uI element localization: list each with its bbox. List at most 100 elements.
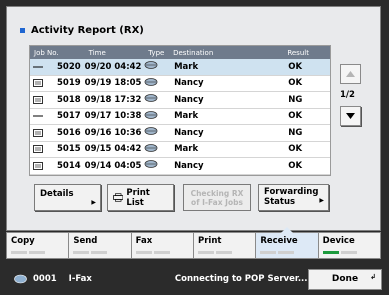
job-result: OK — [288, 61, 303, 72]
checking-rx-label-line1: Checking RX — [190, 189, 244, 198]
table-row[interactable]: 5018 09/18 17:32 Nancy NG — [30, 92, 330, 109]
page-title-text: Activity Report (RX) — [31, 25, 144, 36]
print-list-label: Print List — [126, 187, 150, 208]
tab-fax-label: Fax — [135, 236, 153, 246]
table-row[interactable]: 5017 09/17 10:38 Mark OK — [30, 109, 330, 125]
table-row[interactable]: 5015 09/15 04:42 Mark OK — [30, 142, 330, 158]
job-number: 5014 — [56, 160, 81, 171]
checking-rx-label-line2: of I-Fax Jobs — [191, 198, 243, 207]
job-result: NG — [288, 94, 303, 105]
function-tabs: Copy Send Fax Print Receive Device — [6, 227, 381, 259]
tab-print-label: Print — [197, 236, 222, 246]
table-header: Job No. Time Type Destination Result — [30, 46, 330, 59]
col-header-time: Time — [88, 48, 106, 57]
arrow-right-icon: ▶ — [91, 199, 96, 206]
tab-fax[interactable]: Fax — [130, 232, 193, 259]
checking-rx-ifax-button[interactable]: Checking RX of I-Fax Jobs — [183, 184, 251, 211]
status-bar-indicator — [197, 251, 214, 254]
triangle-up-icon — [346, 71, 355, 77]
col-header-type: Type — [148, 48, 165, 57]
job-number: 5016 — [56, 127, 81, 138]
job-time: 09/15 04:42 — [84, 144, 142, 155]
printer-icon — [113, 193, 124, 202]
ifax-icon — [144, 110, 158, 119]
screen: Activity Report (RX) Job No. Time Type D… — [0, 0, 389, 295]
page-title: Activity Report (RX) — [20, 25, 144, 36]
tab-send-label: Send — [73, 236, 98, 246]
tab-print[interactable]: Print — [192, 232, 256, 259]
job-number: 5018 — [56, 94, 81, 105]
scroll-up-button[interactable] — [340, 64, 361, 84]
job-result: OK — [288, 78, 303, 89]
arrow-right-icon: ▶ — [319, 197, 324, 204]
details-button[interactable]: Details ▶ — [34, 184, 101, 211]
printer-doc-icon — [33, 79, 43, 88]
ifax-status-icon — [14, 274, 27, 283]
tab-copy[interactable]: Copy — [6, 232, 69, 259]
job-time: 09/20 04:42 — [84, 61, 142, 72]
status-bar-indicator — [29, 251, 45, 254]
details-label: Details — [40, 189, 74, 199]
table-row[interactable]: 5014 09/14 04:05 Nancy OK — [30, 158, 330, 175]
ifax-icon — [144, 61, 158, 70]
job-type-label: I-Fax — [68, 273, 92, 284]
job-destination: Nancy — [174, 78, 204, 89]
job-destination: Nancy — [174, 94, 204, 105]
status-bar-indicator — [153, 251, 170, 254]
job-result: NG — [288, 127, 303, 138]
status-bar-indicator — [135, 251, 152, 254]
ifax-icon — [144, 77, 158, 86]
tab-send[interactable]: Send — [68, 232, 131, 259]
job-time: 09/16 10:36 — [84, 127, 142, 138]
printer-doc-icon — [33, 161, 43, 170]
printer-doc-icon — [33, 145, 43, 154]
activity-table: Job No. Time Type Destination Result 502… — [29, 45, 331, 176]
forwarding-label-line1: Forwarding — [264, 187, 319, 197]
tab-device-label: Device — [322, 236, 355, 246]
tab-copy-label: Copy — [11, 236, 35, 246]
job-destination: Mark — [174, 144, 199, 155]
tab-receive[interactable]: Receive — [255, 227, 318, 259]
done-button[interactable]: Done ↲ — [308, 269, 382, 290]
done-label: Done — [331, 274, 359, 284]
ifax-icon — [144, 127, 158, 136]
job-time: 09/18 17:32 — [84, 94, 142, 105]
job-destination: Mark — [174, 61, 199, 72]
job-number: 5017 — [56, 111, 81, 122]
job-time: 09/17 10:38 — [84, 111, 142, 122]
job-destination: Mark — [174, 111, 199, 122]
print-list-button[interactable]: Print List — [107, 184, 174, 211]
col-header-destination: Destination — [173, 48, 214, 57]
status-bar-indicator — [260, 251, 277, 254]
job-number: 5015 — [56, 144, 81, 155]
status-bar-indicator — [11, 251, 27, 254]
table-row[interactable]: 5016 09/16 10:36 Nancy NG — [30, 125, 330, 142]
tab-receive-label: Receive — [260, 236, 298, 246]
job-destination: Nancy — [174, 160, 204, 171]
col-header-result: Result — [287, 48, 309, 57]
triangle-down-icon — [346, 113, 355, 119]
forwarding-label-line2: Status — [264, 197, 296, 207]
job-result: OK — [288, 160, 303, 171]
status-bar-indicator — [278, 251, 295, 254]
forwarding-status-button[interactable]: Forwarding Status ▶ — [258, 184, 329, 211]
status-message: Connecting to POP Server... — [174, 273, 308, 284]
table-row[interactable]: 5020 09/20 04:42 Mark OK — [30, 59, 330, 76]
tab-device[interactable]: Device — [317, 232, 381, 259]
job-number: 5019 — [56, 78, 81, 89]
job-destination: Nancy — [174, 127, 204, 138]
col-header-job: Job No. — [34, 48, 59, 57]
ifax-icon — [144, 160, 158, 169]
table-row[interactable]: 5019 09/19 18:05 Nancy OK — [30, 76, 330, 92]
job-count: 0001 — [33, 273, 57, 284]
printer-doc-icon — [33, 128, 43, 137]
printer-doc-icon — [33, 95, 43, 104]
scroll-down-button[interactable] — [340, 106, 361, 126]
job-number: 5020 — [56, 61, 81, 72]
job-time: 09/14 04:05 — [84, 160, 142, 171]
title-bullet-icon — [20, 28, 25, 33]
ifax-icon — [144, 143, 158, 152]
status-bar-indicator — [91, 251, 108, 254]
job-time: 09/19 18:05 — [84, 78, 142, 89]
line-icon — [33, 115, 43, 117]
